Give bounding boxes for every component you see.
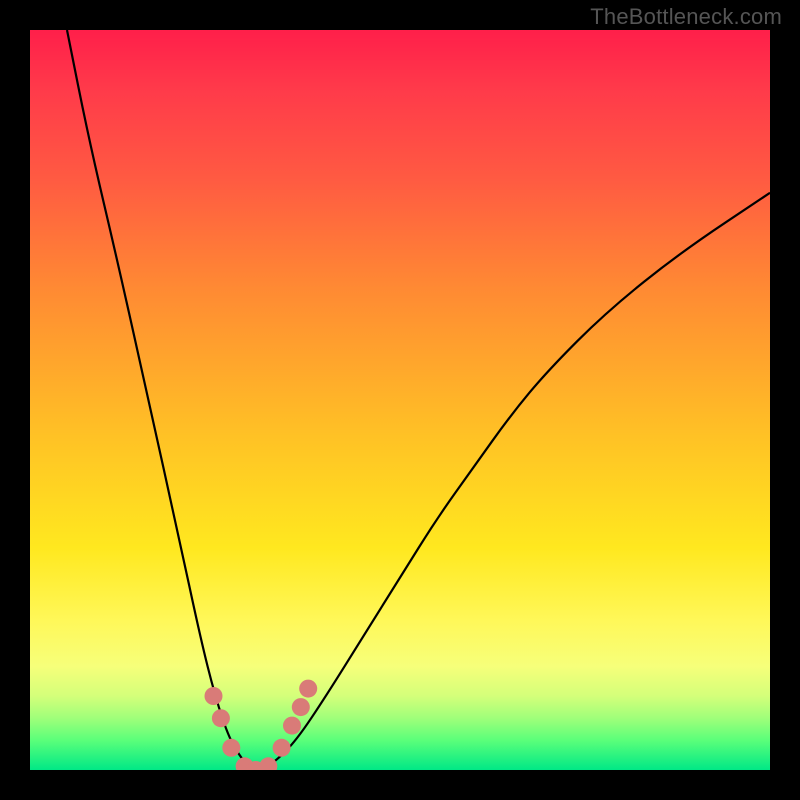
marker-dot xyxy=(205,687,223,705)
chart-frame: TheBottleneck.com xyxy=(0,0,800,800)
marker-dot xyxy=(273,739,291,757)
marker-dot xyxy=(292,698,310,716)
curve-svg xyxy=(30,30,770,770)
bottleneck-curve xyxy=(67,30,770,770)
plot-area xyxy=(30,30,770,770)
marker-dot xyxy=(299,680,317,698)
marker-group xyxy=(205,680,318,770)
marker-dot xyxy=(222,739,240,757)
marker-dot xyxy=(283,717,301,735)
marker-dot xyxy=(212,709,230,727)
marker-dot xyxy=(259,757,277,770)
watermark-text: TheBottleneck.com xyxy=(590,4,782,30)
